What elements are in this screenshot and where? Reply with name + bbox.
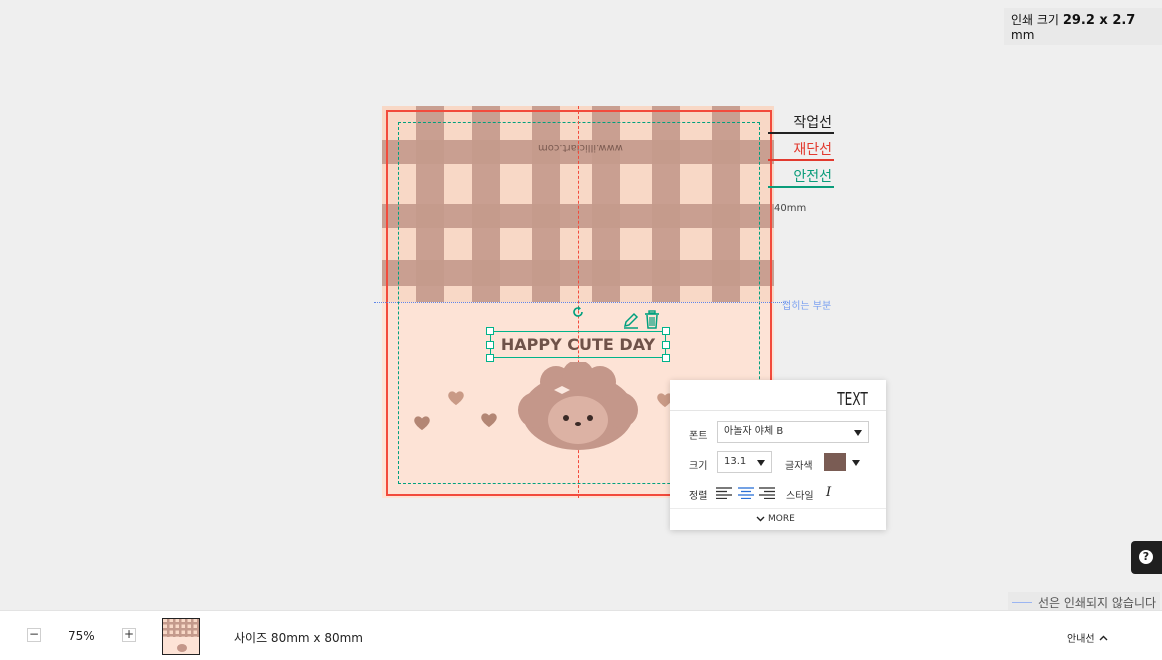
print-size-label: 인쇄 크기 — [1011, 13, 1059, 27]
font-label: 폰트 — [689, 431, 708, 442]
resize-handle[interactable] — [486, 354, 494, 362]
question-icon: ? — [1139, 550, 1153, 564]
page-thumbnail[interactable] — [162, 618, 200, 655]
zoom-in-button[interactable]: + — [122, 628, 136, 642]
legend-work-line: 작업선 — [768, 112, 834, 134]
resize-handle[interactable] — [662, 341, 670, 349]
size-select[interactable]: 13.1 — [717, 451, 772, 473]
chevron-down-icon[interactable] — [852, 460, 860, 466]
zoom-level: 75% — [68, 629, 95, 643]
size-select-value: 13.1 — [724, 456, 747, 467]
text-element-content: HAPPY CUTE DAY — [500, 335, 656, 354]
legend-safe-line: 안전선 — [768, 166, 834, 188]
align-label: 정렬 — [689, 491, 708, 502]
chevron-up-icon — [1099, 635, 1108, 640]
panel-title: TEXT — [837, 389, 868, 410]
trash-icon[interactable] — [643, 310, 661, 329]
guide-toggle-button[interactable]: 안내선 — [1067, 630, 1108, 645]
heart-icon — [414, 416, 430, 431]
rotate-icon[interactable] — [571, 305, 585, 319]
help-button[interactable]: ? — [1131, 541, 1162, 574]
size-label: 크기 — [689, 461, 708, 472]
panel-divider — [670, 508, 886, 509]
text-color-label: 글자색 — [785, 461, 813, 472]
chevron-down-icon — [757, 460, 765, 466]
panel-divider — [670, 410, 886, 411]
legend-cut-line: 재단선 — [768, 139, 834, 161]
edit-pencil-icon[interactable] — [622, 311, 640, 329]
heart-icon — [481, 413, 497, 428]
zoom-out-button[interactable]: − — [27, 628, 41, 642]
bottom-toolbar: − 75% + 사이즈 80mm x 80mm 안내선 — [0, 610, 1162, 660]
fold-label: 접히는 부분 — [782, 301, 832, 312]
text-element[interactable]: HAPPY CUTE DAY — [490, 331, 666, 358]
italic-icon[interactable]: I — [826, 485, 831, 500]
canvas-size-text: 사이즈 80mm x 80mm — [234, 631, 363, 645]
resize-handle[interactable] — [486, 327, 494, 335]
no-print-note-text: 선은 인쇄되지 않습니다 — [1038, 596, 1157, 610]
fold-line-guide — [374, 302, 788, 303]
style-label: 스타일 — [786, 491, 814, 502]
text-color-swatch[interactable] — [824, 453, 846, 471]
resize-handle[interactable] — [486, 341, 494, 349]
guide-toggle-label: 안내선 — [1067, 634, 1095, 645]
more-button[interactable]: MORE — [756, 514, 795, 524]
thumbnail-preview — [163, 619, 199, 652]
align-right-icon[interactable] — [759, 487, 775, 499]
resize-handle[interactable] — [662, 327, 670, 335]
heart-icon — [448, 391, 464, 406]
chevron-down-icon — [756, 516, 765, 522]
chevron-down-icon — [854, 430, 862, 436]
resize-handle[interactable] — [662, 354, 670, 362]
print-size-value: 29.2 x 2.7 — [1062, 13, 1136, 28]
align-left-icon[interactable] — [716, 487, 732, 499]
font-select[interactable]: 아놀자 야체 B — [717, 421, 869, 443]
font-select-value: 아놀자 야체 B — [724, 426, 784, 437]
puppy-illustration — [518, 362, 638, 450]
guide-line-sample — [1012, 602, 1032, 603]
dimension-label: 40mm — [774, 203, 807, 214]
print-size-readout: 인쇄 크기 29.2 x 2.7 mm — [1004, 8, 1162, 45]
print-size-unit: mm — [1011, 28, 1035, 42]
more-button-label: MORE — [768, 514, 795, 524]
align-center-icon[interactable] — [738, 487, 754, 499]
